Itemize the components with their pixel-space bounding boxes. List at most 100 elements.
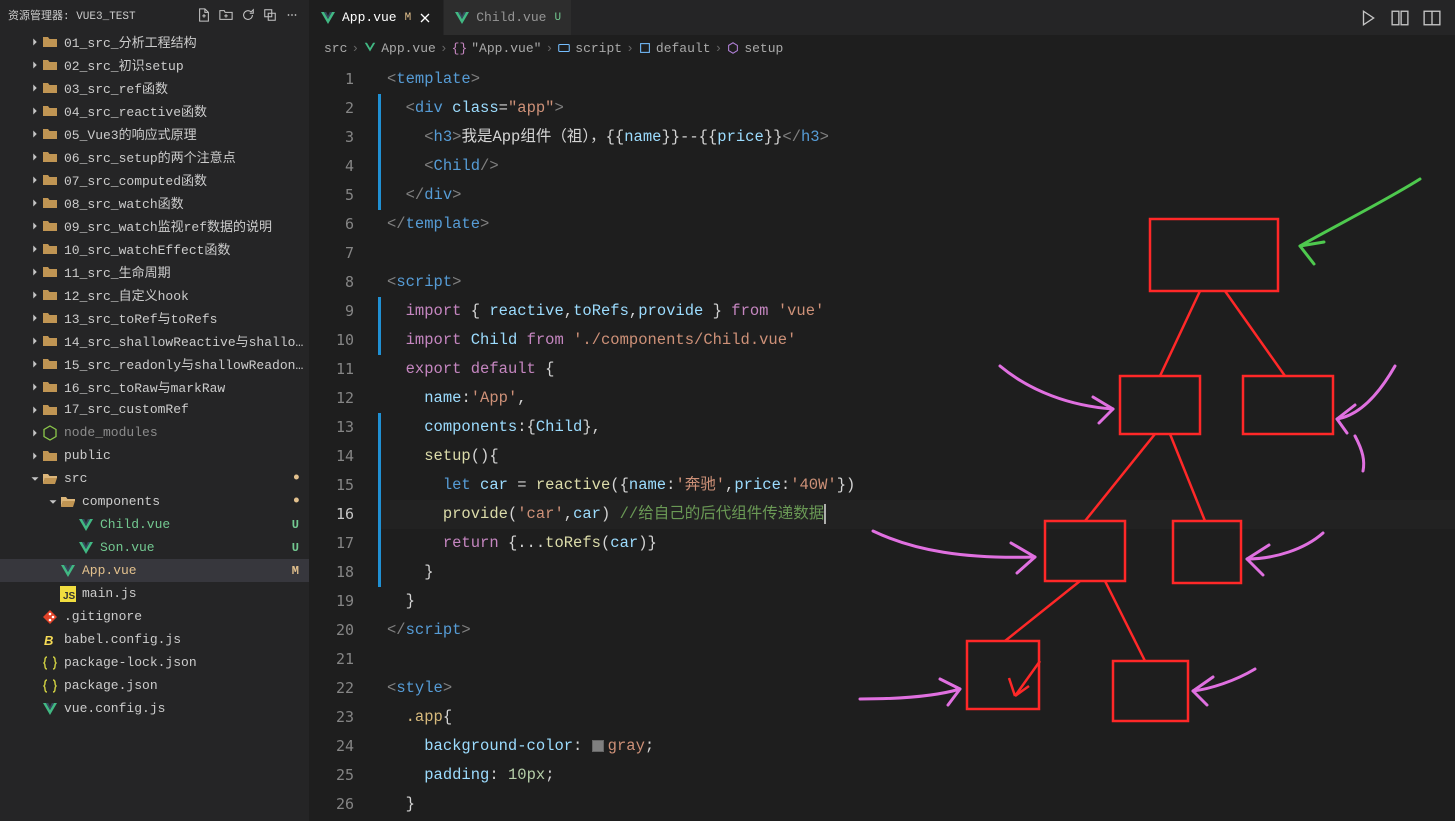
line-number: 11 xyxy=(310,355,354,384)
tree-folder[interactable]: public xyxy=(0,444,309,467)
tree-folder[interactable]: 13_src_toRef与toRefs xyxy=(0,306,309,329)
code-line[interactable]: <style> xyxy=(378,674,1455,703)
code-line[interactable]: import Child from './components/Child.vu… xyxy=(378,326,1455,355)
tree-folder[interactable]: 10_src_watchEffect函数 xyxy=(0,237,309,260)
tree-folder[interactable]: src• xyxy=(0,467,309,490)
line-number: 2 xyxy=(310,94,354,123)
close-icon[interactable] xyxy=(417,10,433,26)
tree-folder[interactable]: 05_Vue3的响应式原理 xyxy=(0,122,309,145)
tree-item-label: 04_src_reactive函数 xyxy=(64,101,309,120)
tree-folder[interactable]: 07_src_computed函数 xyxy=(0,168,309,191)
collapse-all-icon[interactable] xyxy=(261,6,279,24)
new-folder-icon[interactable] xyxy=(217,6,235,24)
scm-modified-dot: • xyxy=(291,498,299,506)
code-line[interactable]: components:{Child}, xyxy=(378,413,1455,442)
tree-file[interactable]: App.vueM xyxy=(0,559,309,582)
code-line[interactable]: } xyxy=(378,558,1455,587)
code-line[interactable] xyxy=(378,239,1455,268)
tree-folder[interactable]: 11_src_生命周期 xyxy=(0,260,309,283)
code-line[interactable]: background-color: gray; xyxy=(378,732,1455,761)
line-number: 21 xyxy=(310,645,354,674)
code-line[interactable]: let car = reactive({name:'奔驰',price:'40W… xyxy=(378,471,1455,500)
line-number: 17 xyxy=(310,529,354,558)
split-editor-icon[interactable] xyxy=(1423,9,1441,27)
tree-item-label: 08_src_watch函数 xyxy=(64,193,309,212)
breadcrumb-item[interactable]: {} "App.vue" xyxy=(452,41,542,56)
chevron-icon xyxy=(28,35,42,49)
code-line[interactable]: <div class="app"> xyxy=(378,94,1455,123)
code-line[interactable]: padding: 10px; xyxy=(378,761,1455,790)
tree-file[interactable]: Child.vueU xyxy=(0,513,309,536)
line-number: 8 xyxy=(310,268,354,297)
tree-item-label: 14_src_shallowReactive与shallowRef xyxy=(64,331,309,350)
tree-item-label: .gitignore xyxy=(64,609,309,624)
folder-icon xyxy=(42,471,58,487)
code-line[interactable]: <h3>我是App组件（祖），{{name}}--{{price}}</h3> xyxy=(378,123,1455,152)
tree-file[interactable]: Bbabel.config.js xyxy=(0,628,309,651)
tree-file[interactable]: package-lock.json xyxy=(0,651,309,674)
code-line[interactable]: <Child/> xyxy=(378,152,1455,181)
tree-folder[interactable]: components• xyxy=(0,490,309,513)
code-line[interactable]: <template> xyxy=(378,65,1455,94)
tree-folder[interactable]: 09_src_watch监视ref数据的说明 xyxy=(0,214,309,237)
code-line[interactable]: </template> xyxy=(378,210,1455,239)
code-line[interactable]: <script> xyxy=(378,268,1455,297)
code-line[interactable]: </div> xyxy=(378,181,1455,210)
breadcrumb-item[interactable]: src xyxy=(324,41,347,56)
tree-item-label: 06_src_setup的两个注意点 xyxy=(64,147,309,166)
tree-folder[interactable]: 03_src_ref函数 xyxy=(0,76,309,99)
code-line[interactable]: } xyxy=(378,587,1455,616)
tree-file[interactable]: vue.config.js xyxy=(0,697,309,720)
chevron-icon xyxy=(28,357,42,371)
chevron-icon xyxy=(28,334,42,348)
tree-folder[interactable]: 08_src_watch函数 xyxy=(0,191,309,214)
code-line[interactable]: .app{ xyxy=(378,703,1455,732)
tree-file[interactable]: package.json xyxy=(0,674,309,697)
code-line[interactable]: import { reactive,toRefs,provide } from … xyxy=(378,297,1455,326)
editor-tab[interactable]: App.vue M xyxy=(310,0,444,35)
line-number: 9 xyxy=(310,297,354,326)
refresh-icon[interactable] xyxy=(239,6,257,24)
tree-folder[interactable]: node_modules xyxy=(0,421,309,444)
code-line[interactable]: provide('car',car) //给自己的后代组件传递数据 xyxy=(378,500,1455,529)
code-content[interactable]: <template> <div class="app"> <h3>我是App组件… xyxy=(374,61,1455,821)
line-number: 16 xyxy=(310,500,354,529)
folder-icon xyxy=(42,379,58,395)
code-line[interactable]: setup(){ xyxy=(378,442,1455,471)
tree-folder[interactable]: 16_src_toRaw与markRaw xyxy=(0,375,309,398)
breadcrumb-item[interactable]: script xyxy=(557,41,622,56)
breadcrumb-item[interactable]: default xyxy=(638,41,711,56)
tree-file[interactable]: .gitignore xyxy=(0,605,309,628)
breadcrumb-item[interactable]: App.vue xyxy=(363,41,436,56)
new-file-icon[interactable] xyxy=(195,6,213,24)
editor-tab[interactable]: Child.vue U xyxy=(444,0,572,35)
line-number: 19 xyxy=(310,587,354,616)
more-actions-icon[interactable] xyxy=(283,6,301,24)
tree-folder[interactable]: 06_src_setup的两个注意点 xyxy=(0,145,309,168)
node-modules-icon xyxy=(42,425,58,441)
tree-file[interactable]: Son.vueU xyxy=(0,536,309,559)
explorer-title: 资源管理器: VUE3_TEST xyxy=(8,7,191,23)
tree-folder[interactable]: 14_src_shallowReactive与shallowRef xyxy=(0,329,309,352)
file-explorer-sidebar: 资源管理器: VUE3_TEST 01_src_分析工程结构02_src_初识s… xyxy=(0,0,310,821)
tree-item-label: 09_src_watch监视ref数据的说明 xyxy=(64,216,309,235)
breadcrumb-item[interactable]: setup xyxy=(726,41,783,56)
code-line[interactable]: return {...toRefs(car)} xyxy=(378,529,1455,558)
code-line[interactable] xyxy=(378,645,1455,674)
tree-folder[interactable]: 02_src_初识setup xyxy=(0,53,309,76)
tree-folder[interactable]: 17_src_customRef xyxy=(0,398,309,421)
code-line[interactable]: } xyxy=(378,790,1455,819)
code-line[interactable]: export default { xyxy=(378,355,1455,384)
line-number: 1 xyxy=(310,65,354,94)
tree-folder[interactable]: 12_src_自定义hook xyxy=(0,283,309,306)
split-compare-icon[interactable] xyxy=(1391,9,1409,27)
tree-folder[interactable]: 15_src_readonly与shallowReadonly xyxy=(0,352,309,375)
code-editor[interactable]: 1234567891011121314151617181920212223242… xyxy=(310,61,1455,821)
code-line[interactable]: </script> xyxy=(378,616,1455,645)
code-line[interactable]: name:'App', xyxy=(378,384,1455,413)
tree-file[interactable]: JSmain.js xyxy=(0,582,309,605)
tree-folder[interactable]: 04_src_reactive函数 xyxy=(0,99,309,122)
tree-folder[interactable]: 01_src_分析工程结构 xyxy=(0,30,309,53)
breadcrumb[interactable]: src › App.vue › {} "App.vue" › script › … xyxy=(310,35,1455,61)
run-icon[interactable] xyxy=(1359,9,1377,27)
